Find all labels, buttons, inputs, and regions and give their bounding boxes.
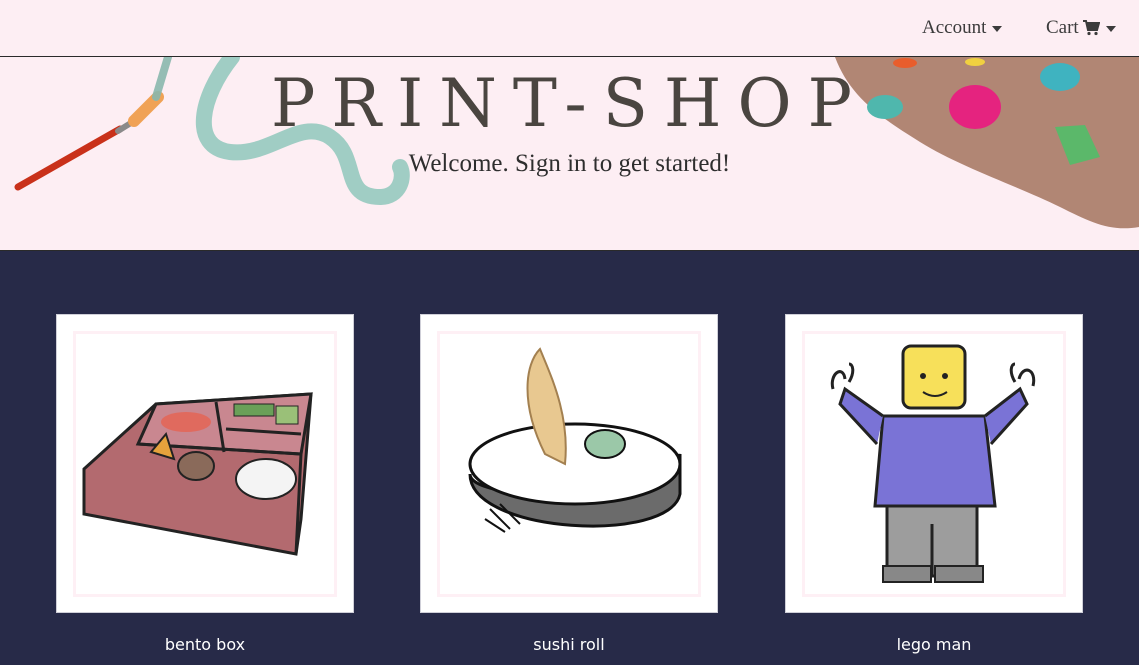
account-label: Account <box>922 17 987 38</box>
sushi-roll-illustration <box>468 347 682 533</box>
product-card-sushi-roll[interactable] <box>420 314 718 613</box>
site-title: PRINT-SHOP <box>270 65 869 142</box>
cart-label: Cart <box>1046 17 1079 38</box>
account-dropdown[interactable]: Account <box>922 17 1003 39</box>
chevron-down-icon <box>992 26 1003 32</box>
hero-banner: PRINT-SHOP Welcome. Sign in to get start… <box>0 57 1139 251</box>
lego-man-illustration <box>830 344 1036 583</box>
bento-box-illustration <box>82 392 313 556</box>
chevron-down-icon <box>1105 26 1116 32</box>
welcome-message: Welcome. Sign in to get started! <box>408 150 731 177</box>
product-card-bento-box[interactable] <box>56 314 354 613</box>
product-image-frame <box>802 331 1066 597</box>
product-image-frame <box>73 331 337 597</box>
product-name-sushi-roll[interactable]: sushi roll <box>420 635 718 654</box>
product-image-frame <box>437 331 701 597</box>
top-navbar: Account Cart <box>0 0 1139 57</box>
product-name-lego-man[interactable]: lego man <box>785 635 1083 654</box>
product-name-bento-box[interactable]: bento box <box>56 635 354 654</box>
shopping-cart-icon <box>1082 20 1100 36</box>
cart-dropdown[interactable]: Cart <box>1046 17 1116 39</box>
product-card-lego-man[interactable] <box>785 314 1083 613</box>
